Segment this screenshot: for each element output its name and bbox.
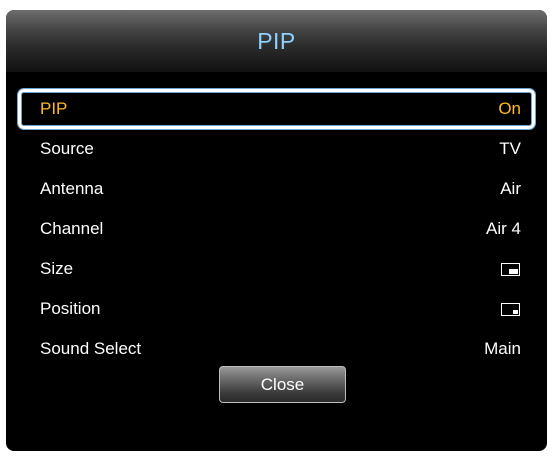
pip-dialog: PIP PIP On Source TV Antenna Air Channel… bbox=[6, 10, 547, 451]
menu-item-label: Position bbox=[40, 299, 101, 318]
dialog-title: PIP bbox=[257, 28, 296, 54]
menu-item-value: Main bbox=[484, 339, 521, 358]
menu-item-sound-select[interactable]: Sound Select Main bbox=[18, 329, 535, 369]
menu-item-label: PIP bbox=[40, 99, 68, 118]
menu-item-value: Air bbox=[500, 179, 521, 198]
pip-size-icon bbox=[501, 262, 520, 276]
menu-item-value: On bbox=[498, 99, 521, 118]
menu-item-channel[interactable]: Channel Air 4 bbox=[18, 209, 535, 249]
dialog-header: PIP bbox=[6, 10, 547, 72]
menu-item-position[interactable]: Position bbox=[18, 289, 535, 329]
menu-item-label: Antenna bbox=[40, 179, 104, 198]
menu-item-size[interactable]: Size bbox=[18, 249, 535, 289]
menu-item-label: Channel bbox=[40, 219, 104, 238]
menu-item-source[interactable]: Source TV bbox=[18, 129, 535, 169]
menu-item-label: Sound Select bbox=[40, 339, 142, 358]
menu-item-value: TV bbox=[499, 139, 521, 158]
pip-settings-menu: PIP On Source TV Antenna Air Channel Air… bbox=[18, 89, 535, 369]
close-button[interactable]: Close bbox=[219, 366, 346, 403]
menu-item-value: Air 4 bbox=[486, 219, 521, 238]
menu-item-pip[interactable]: PIP On bbox=[18, 89, 535, 129]
pip-position-icon bbox=[501, 302, 520, 316]
menu-item-label: Source bbox=[40, 139, 94, 158]
menu-item-label: Size bbox=[40, 259, 74, 278]
menu-item-antenna[interactable]: Antenna Air bbox=[18, 169, 535, 209]
